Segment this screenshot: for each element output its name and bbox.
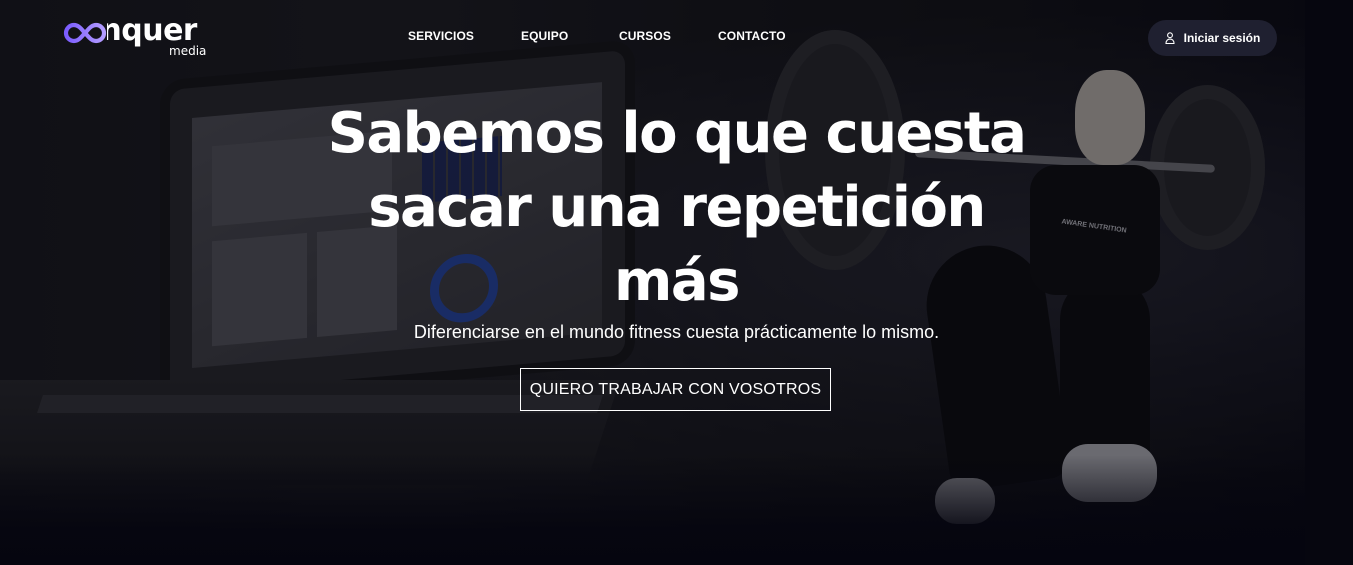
nav-link-equipo[interactable]: EQUIPO: [521, 29, 568, 43]
headline-line: sacar una repetición: [368, 175, 986, 240]
nav-link-cursos[interactable]: CURSOS: [619, 29, 671, 43]
hero-headline: Sabemos lo que cuesta sacar una repetici…: [300, 97, 1053, 319]
bottom-fade: [0, 455, 1353, 565]
hero-subtitle: Diferenciarse en el mundo fitness cuesta…: [413, 322, 940, 342]
logo-subtitle: media: [169, 44, 207, 58]
brand-logo[interactable]: conquer media: [63, 14, 213, 62]
right-edge: [1305, 0, 1353, 565]
login-label: Iniciar sesión: [1183, 31, 1261, 45]
cta-work-with-us-button[interactable]: QUIERO TRABAJAR CON VOSOTROS: [520, 368, 831, 411]
headline-line: Sabemos lo que cuesta: [327, 101, 1027, 166]
logo-wordmark: conquer: [63, 13, 198, 48]
nav-link-servicios[interactable]: SERVICIOS: [408, 29, 474, 43]
nav-link-contacto[interactable]: CONTACTO: [718, 29, 786, 43]
headline-line: más: [614, 249, 740, 314]
user-icon: [1165, 32, 1175, 44]
login-button[interactable]: Iniciar sesión: [1148, 20, 1277, 56]
